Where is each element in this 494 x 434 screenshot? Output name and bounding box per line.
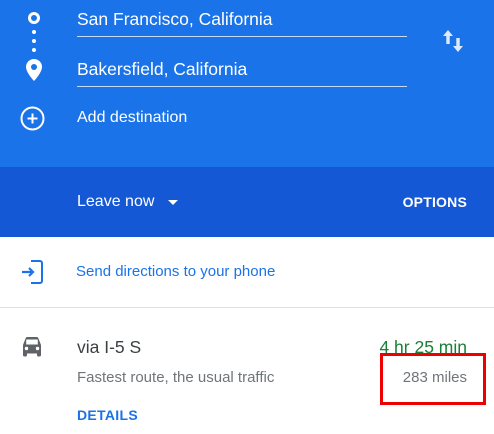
route-distance: 283 miles bbox=[402, 369, 467, 386]
chevron-down-icon bbox=[168, 199, 179, 205]
origin-input[interactable]: San Francisco, California bbox=[77, 2, 407, 37]
route-option[interactable]: via I-5 S 4 hr 25 min Fastest route, the… bbox=[0, 308, 494, 434]
destination-input[interactable]: Bakersfield, California bbox=[77, 52, 407, 87]
add-circle-icon[interactable] bbox=[20, 106, 45, 131]
options-button[interactable]: OPTIONS bbox=[403, 194, 467, 210]
route-via-label: via I-5 S bbox=[77, 337, 142, 357]
swap-arrows-icon[interactable] bbox=[441, 27, 465, 55]
destination-pin-icon bbox=[26, 59, 42, 81]
route-dots-icon bbox=[32, 30, 36, 57]
send-directions-link: Send directions to your phone bbox=[76, 263, 276, 280]
leave-now-dropdown[interactable]: Leave now bbox=[77, 192, 179, 212]
send-to-phone-row[interactable]: Send directions to your phone bbox=[0, 237, 494, 308]
details-button[interactable]: DETAILS bbox=[77, 407, 138, 423]
send-to-phone-icon bbox=[22, 260, 43, 284]
route-duration: 4 hr 25 min bbox=[379, 337, 467, 357]
add-destination-button[interactable]: Add destination bbox=[77, 108, 187, 128]
route-description: Fastest route, the usual traffic bbox=[77, 369, 275, 386]
car-icon bbox=[23, 337, 41, 357]
leave-now-label: Leave now bbox=[77, 193, 155, 210]
origin-circle-icon bbox=[28, 12, 40, 24]
